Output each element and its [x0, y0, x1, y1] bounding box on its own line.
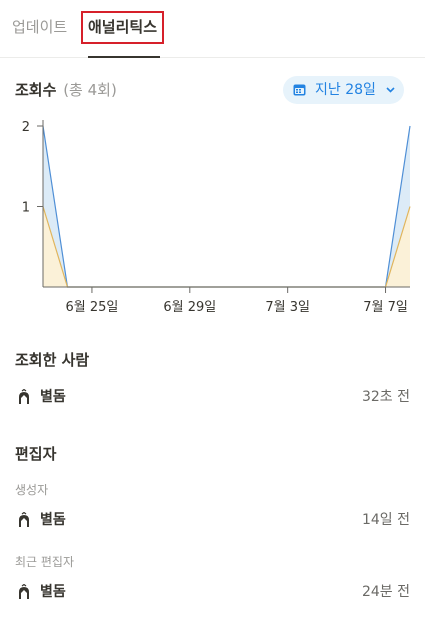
x-tick-label: 7월 7일: [363, 300, 408, 315]
x-tick-label: 7월 3일: [265, 300, 310, 315]
date-range-button[interactable]: 지난 28일: [283, 76, 404, 104]
views-chart: 2 1 6월 25일 6월 29일 7월 3일 7월 7일: [22, 120, 411, 315]
creator-label: 생성자: [15, 483, 49, 497]
y-tick-label: 2: [22, 120, 30, 135]
tab-analytics[interactable]: 애널리틱스: [81, 11, 165, 44]
star-avatar-icon: [19, 389, 29, 404]
views-total-count: (총 4회): [63, 81, 117, 99]
creator-name: 별돔: [40, 512, 66, 528]
viewer-time: 32초 전: [361, 389, 410, 405]
series-1-area: [43, 206, 410, 287]
series-1-line: [42, 206, 411, 288]
star-avatar-icon: [19, 584, 29, 599]
tab-updates[interactable]: 업데이트: [12, 17, 67, 37]
creator-row[interactable]: 별돔 14일 전: [0, 509, 425, 531]
date-range-label: 지난 28일: [315, 82, 376, 98]
editors-section-title: 편집자: [15, 445, 57, 463]
active-tab-indicator: [88, 56, 160, 58]
y-tick-label: 1: [22, 201, 30, 216]
recent-editor-row[interactable]: 별돔 24분 전: [0, 581, 425, 603]
viewer-row[interactable]: 별돔 32초 전: [0, 386, 425, 408]
recent-editor-name: 별돔: [40, 584, 66, 600]
x-tick-label: 6월 29일: [163, 300, 216, 315]
series-0-line: [42, 125, 411, 288]
viewer-name: 별돔: [40, 389, 66, 405]
calendar-icon: [293, 84, 306, 96]
views-title: 조회수: [15, 81, 57, 99]
recent-editor-time: 24분 전: [361, 584, 410, 600]
viewers-section-title: 조회한 사람: [15, 351, 90, 369]
recent-editor-label: 최근 편집자: [15, 555, 75, 569]
creator-time: 14일 전: [361, 512, 410, 528]
series-0-area: [43, 126, 410, 287]
tab-bar: 업데이트 애널리틱스: [0, 0, 425, 58]
chevron-down-icon: [386, 87, 395, 93]
x-tick-label: 6월 25일: [65, 300, 118, 315]
views-header: 조회수 (총 4회): [15, 80, 117, 100]
star-avatar-icon: [19, 512, 29, 527]
